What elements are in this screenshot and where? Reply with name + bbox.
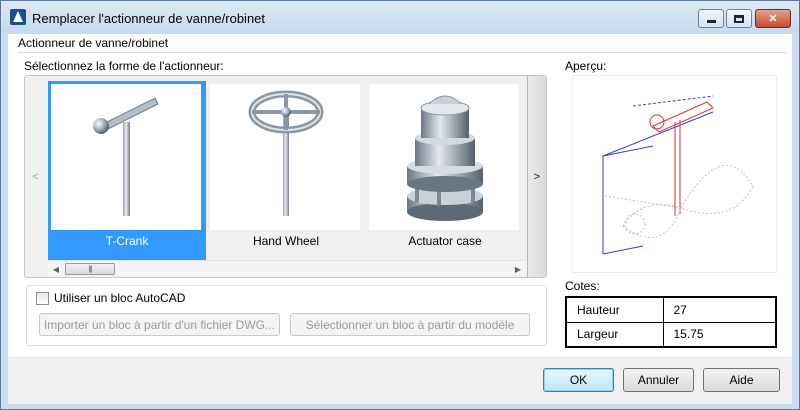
title-bar[interactable]: Remplacer l'actionneur de vanne/robinet …: [1, 1, 799, 35]
dimension-value[interactable]: 15.75: [662, 321, 777, 348]
dimension-row-width[interactable]: Largeur 15.75: [565, 321, 777, 348]
select-model-block-button[interactable]: Sélectionner un bloc à partir du modèle: [290, 313, 530, 336]
shape-item-label: Hand Wheel: [252, 234, 320, 248]
cancel-button[interactable]: Annuler: [623, 368, 694, 392]
scrollbar-thumb[interactable]: |||: [65, 263, 115, 275]
shape-item-actuator-case[interactable]: Actuator case: [366, 81, 524, 260]
chevron-left-icon: <: [32, 170, 39, 183]
scroll-left-arrow-icon[interactable]: ◀: [48, 261, 64, 277]
t-crank-thumbnail: [51, 84, 201, 230]
actuator-case-thumbnail: [369, 84, 519, 230]
chevron-right-icon: >: [533, 170, 541, 183]
use-autocad-block-label[interactable]: Utiliser un bloc AutoCAD: [54, 291, 185, 305]
minimize-button[interactable]: [698, 9, 724, 28]
preview-pane: [572, 75, 777, 273]
dimension-row-height[interactable]: Hauteur 27: [565, 296, 777, 323]
shape-item-t-crank[interactable]: T-Crank: [48, 81, 206, 260]
scroll-right-arrow-icon[interactable]: ▶: [510, 261, 526, 277]
group-title: Actionneur de vanne/robinet: [18, 36, 169, 50]
actuator-preview-drawing: [602, 95, 754, 255]
actuator-shape-picker: < T-Crank Hand Wheel Actuator case > ◀ |…: [24, 75, 547, 278]
picker-prev-button[interactable]: <: [25, 76, 46, 277]
shape-item-label: Actuator case: [408, 234, 482, 248]
dimensions-grid: Hauteur 27 Largeur 15.75: [565, 296, 777, 348]
shape-picker-label: Sélectionnez la forme de l'actionneur:: [24, 59, 224, 73]
hand-wheel-icon: [248, 90, 324, 216]
actuator-case-icon: [407, 95, 483, 221]
close-icon: ✕: [768, 13, 778, 25]
maximize-button[interactable]: [726, 9, 752, 28]
maximize-icon: [734, 14, 744, 23]
use-autocad-block-checkbox[interactable]: [36, 292, 49, 305]
close-button[interactable]: ✕: [755, 9, 791, 28]
dialog-body: Actionneur de vanne/robinet Sélectionnez…: [8, 34, 792, 404]
dimension-name: Hauteur: [565, 296, 664, 323]
shape-item-hand-wheel[interactable]: Hand Wheel: [207, 81, 365, 260]
autocad-logo-icon: [10, 9, 26, 25]
help-button[interactable]: Aide: [703, 368, 780, 392]
dialog-title: Remplacer l'actionneur de vanne/robinet: [32, 11, 266, 26]
dimension-name: Largeur: [565, 321, 664, 348]
hand-wheel-thumbnail: [210, 84, 360, 230]
import-dwg-block-button[interactable]: Importer un bloc à partir d'un fichier D…: [39, 313, 280, 336]
picker-horizontal-scrollbar[interactable]: ◀ ||| ▶: [48, 260, 526, 276]
dimensions-label: Cotes:: [565, 279, 600, 293]
group-divider: [18, 52, 788, 53]
preview-label: Aperçu:: [565, 59, 607, 73]
picker-next-button[interactable]: >: [527, 76, 546, 277]
t-crank-icon: [93, 97, 159, 216]
ok-button[interactable]: OK: [543, 368, 614, 392]
shape-item-label: T-Crank: [105, 234, 149, 248]
dialog-window: Remplacer l'actionneur de vanne/robinet …: [0, 0, 800, 410]
dialog-footer: OK Annuler Aide: [8, 358, 792, 404]
minimize-icon: [706, 20, 716, 23]
dimension-value[interactable]: 27: [662, 296, 777, 323]
